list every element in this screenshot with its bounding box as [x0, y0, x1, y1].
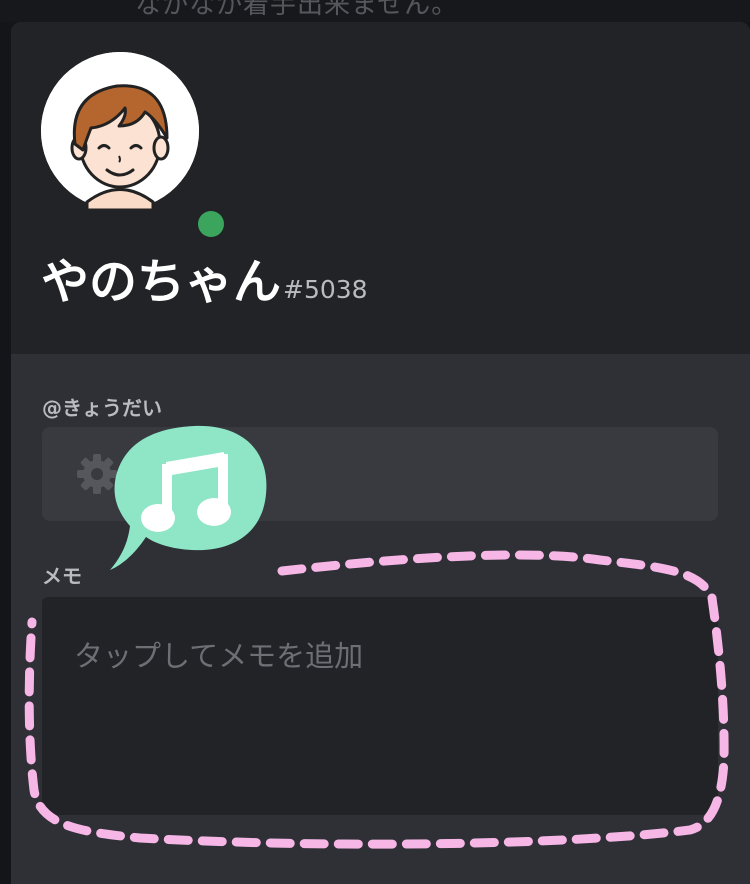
- avatar-illustration: [41, 52, 199, 210]
- music-note-icon: [110, 425, 267, 570]
- memo-placeholder: タップしてメモを追加: [74, 639, 364, 673]
- online-status-dot: [198, 211, 224, 237]
- username-row: やのちゃん#5038: [41, 242, 368, 312]
- avatar[interactable]: [41, 52, 233, 246]
- username: やのちゃん: [41, 254, 282, 310]
- memo-label: メモ: [42, 564, 82, 588]
- top-bar: なかなか着手出来ません。: [0, 0, 750, 22]
- previous-message-text: なかなか着手出来ません。: [135, 0, 459, 20]
- memo-input[interactable]: タップしてメモを追加: [42, 597, 718, 815]
- discriminator: #5038: [283, 275, 368, 304]
- status-indicator: [189, 202, 233, 246]
- profile-header: やのちゃん#5038: [11, 22, 750, 354]
- roles-label: @きょうだい: [42, 396, 162, 420]
